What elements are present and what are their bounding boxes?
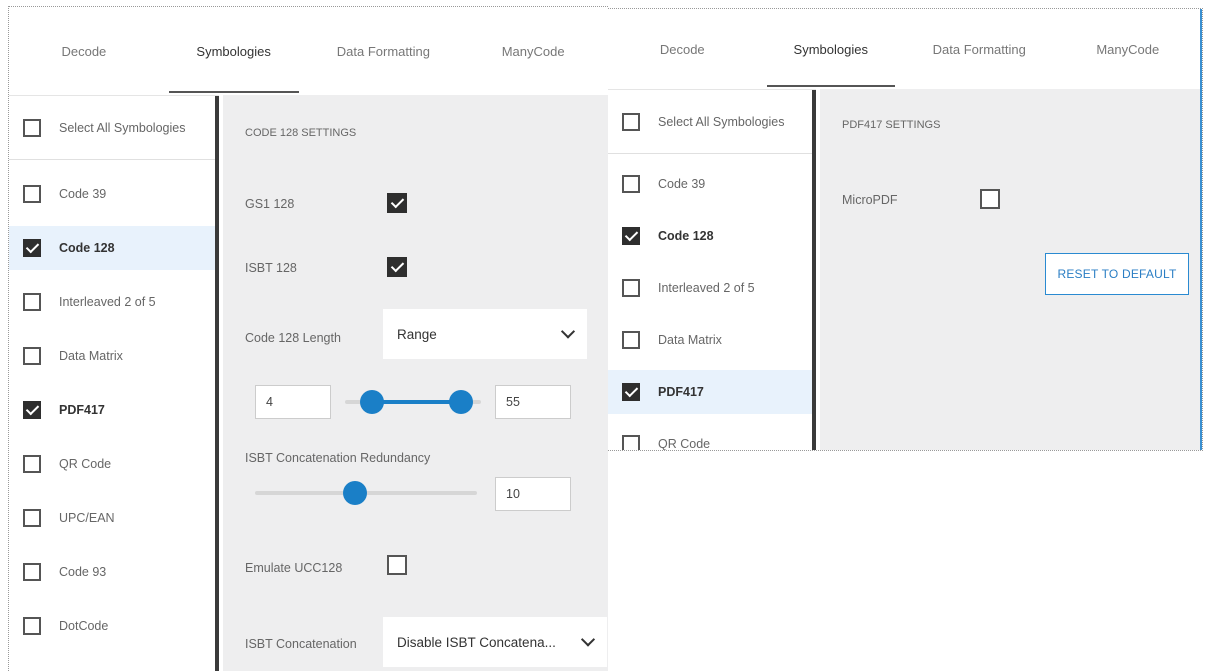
chevron-down-icon <box>580 632 596 647</box>
symbology-checkbox[interactable] <box>622 175 640 193</box>
symbology-label: Code 93 <box>59 565 107 579</box>
code128-length-label: Code 128 Length <box>245 331 341 345</box>
symbology-checkbox[interactable] <box>622 279 640 297</box>
symbology-checkbox[interactable] <box>23 239 41 257</box>
redundancy-input[interactable]: 10 <box>495 477 571 511</box>
range-max-input[interactable]: 55 <box>495 385 571 419</box>
symbology-checkbox[interactable] <box>23 185 41 203</box>
tab-decode[interactable]: Decode <box>9 7 159 95</box>
symbology-label: Code 39 <box>59 187 107 201</box>
symbology-checkbox[interactable] <box>622 435 640 450</box>
symbology-item[interactable]: PDF417 <box>9 388 215 432</box>
select-all-symbologies[interactable]: Select All Symbologies <box>608 90 812 154</box>
symbology-checkbox[interactable] <box>622 383 640 401</box>
chevron-down-icon <box>560 324 576 339</box>
symbology-item[interactable]: UPC/EAN <box>9 496 215 540</box>
symbology-label: Code 128 <box>59 241 115 255</box>
symbology-item[interactable]: DotCode <box>9 604 215 648</box>
symbology-item[interactable]: Interleaved 2 of 5 <box>608 266 812 310</box>
symbology-label: Interleaved 2 of 5 <box>59 295 156 309</box>
symbology-label: PDF417 <box>658 385 704 399</box>
symbology-item[interactable]: Code 128 <box>608 214 812 258</box>
isbt-redundancy-label: ISBT Concatenation Redundancy <box>245 451 431 465</box>
symbology-item[interactable]: Data Matrix <box>608 318 812 362</box>
range-slider-min-thumb[interactable] <box>360 390 385 414</box>
tab-bar: Decode Symbologies Data Formatting ManyC… <box>9 7 608 95</box>
symbology-label: Data Matrix <box>59 349 123 363</box>
symbology-list: Select All Symbologies Code 39 Code 128 In… <box>9 95 219 671</box>
symbology-item[interactable]: Code 39 <box>608 162 812 206</box>
isbt-concatenation-value: Disable ISBT Concatena... <box>397 634 556 650</box>
redundancy-slider-thumb[interactable] <box>342 481 367 505</box>
symbology-label: PDF417 <box>59 403 105 417</box>
tab-manycode[interactable]: ManyCode <box>1054 9 1203 89</box>
range-min-input[interactable]: 4 <box>255 385 331 419</box>
pdf417-settings-pane: PDF417 SETTINGS MicroPDF RESET TO DEFAUL… <box>820 89 1202 450</box>
code128-length-select[interactable]: Range <box>383 309 587 359</box>
micropdf-checkbox[interactable] <box>980 189 1000 209</box>
range-slider-max-thumb[interactable] <box>448 390 473 414</box>
select-all-symbologies[interactable]: Select All Symbologies <box>9 96 215 160</box>
emulate-ucc128-checkbox[interactable] <box>387 555 407 575</box>
symbology-checkbox[interactable] <box>23 509 41 527</box>
symbology-label: Code 128 <box>658 229 714 243</box>
symbology-item[interactable]: Code 93 <box>9 550 215 594</box>
symbology-label: DotCode <box>59 619 109 633</box>
code128-settings-pane: CODE 128 SETTINGS GS1 128 ISBT 128 Code … <box>223 95 608 671</box>
isbt-128-checkbox[interactable] <box>387 257 407 277</box>
isbt-concatenation-label: ISBT Concatenation <box>245 637 357 651</box>
symbology-checkbox[interactable] <box>23 347 41 365</box>
reset-to-default-button[interactable]: RESET TO DEFAULT <box>1045 253 1189 295</box>
emulate-ucc128-label: Emulate UCC128 <box>245 561 343 575</box>
tab-manycode[interactable]: ManyCode <box>458 7 608 95</box>
isbt-concatenation-select[interactable]: Disable ISBT Concatena... <box>383 617 607 667</box>
symbology-item[interactable]: Code 128 <box>9 226 215 270</box>
symbology-checkbox[interactable] <box>23 455 41 473</box>
symbology-checkbox[interactable] <box>23 401 41 419</box>
symbology-label: QR Code <box>658 437 711 450</box>
tab-data-formatting[interactable]: Data Formatting <box>905 9 1054 89</box>
symbology-list: Select All Symbologies Code 39 Code 128 In… <box>608 89 816 450</box>
symbology-item[interactable]: Code 39 <box>9 172 215 216</box>
symbology-label: QR Code <box>59 457 112 471</box>
symbology-label: Data Matrix <box>658 333 722 347</box>
select-all-checkbox[interactable] <box>23 118 41 137</box>
select-all-label: Select All Symbologies <box>658 114 785 129</box>
symbology-label: UPC/EAN <box>59 511 115 525</box>
tab-bar: Decode Symbologies Data Formatting ManyC… <box>608 9 1202 89</box>
tab-symbologies[interactable]: Symbologies <box>757 9 906 89</box>
right-panel: Decode Symbologies Data Formatting ManyC… <box>608 8 1203 451</box>
symbology-checkbox[interactable] <box>622 227 640 245</box>
micropdf-label: MicroPDF <box>842 193 898 207</box>
scroll-edge <box>1200 9 1202 450</box>
code128-length-value: Range <box>397 326 437 342</box>
gs1-128-checkbox[interactable] <box>387 193 407 213</box>
symbology-label: Code 39 <box>658 177 706 191</box>
symbology-item[interactable]: PDF417 <box>608 370 812 414</box>
range-slider-fill <box>372 400 461 404</box>
symbology-item[interactable]: QR Code <box>608 422 812 450</box>
symbology-item[interactable]: Interleaved 2 of 5 <box>9 280 215 324</box>
select-all-checkbox[interactable] <box>622 112 640 131</box>
symbology-label: Interleaved 2 of 5 <box>658 281 755 295</box>
settings-title: CODE 128 SETTINGS <box>245 127 357 139</box>
tab-symbologies[interactable]: Symbologies <box>159 7 309 95</box>
gs1-128-label: GS1 128 <box>245 197 295 211</box>
symbology-checkbox[interactable] <box>622 331 640 349</box>
left-panel: Decode Symbologies Data Formatting ManyC… <box>8 6 608 671</box>
symbology-checkbox[interactable] <box>23 563 41 581</box>
select-all-label: Select All Symbologies <box>59 120 186 135</box>
symbology-item[interactable]: QR Code <box>9 442 215 486</box>
settings-title: PDF417 SETTINGS <box>842 119 941 131</box>
isbt-128-label: ISBT 128 <box>245 261 297 275</box>
symbology-item[interactable]: Data Matrix <box>9 334 215 378</box>
symbology-checkbox[interactable] <box>23 293 41 311</box>
tab-data-formatting[interactable]: Data Formatting <box>309 7 459 95</box>
tab-decode[interactable]: Decode <box>608 9 757 89</box>
symbology-checkbox[interactable] <box>23 617 41 635</box>
